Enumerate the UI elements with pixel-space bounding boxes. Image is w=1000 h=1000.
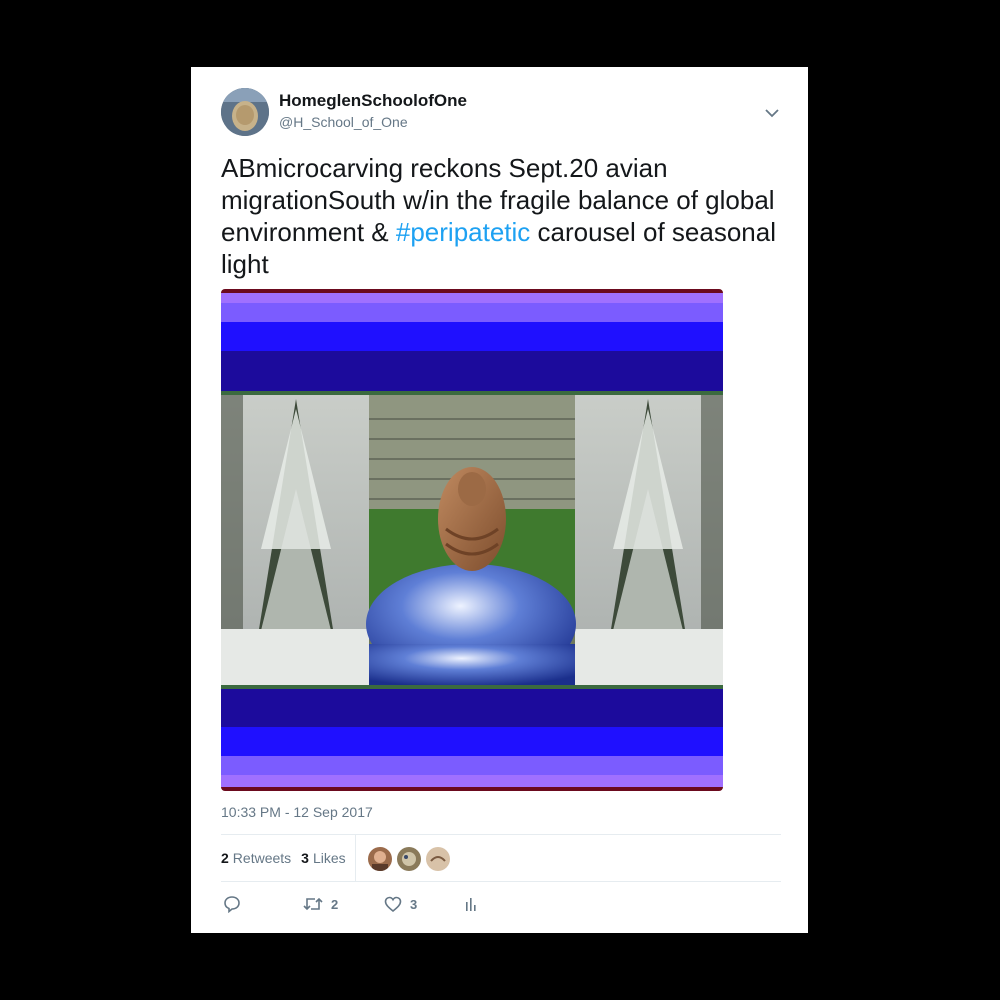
tweet-text: ABmicrocarving reckons Sept.20 avian mig… <box>221 152 786 280</box>
like-button[interactable]: 3 <box>384 893 417 915</box>
retweets-count: 2 <box>221 850 229 866</box>
like-count: 3 <box>410 896 418 912</box>
analytics-icon <box>466 898 476 911</box>
retweet-button[interactable]: 2 <box>303 893 338 915</box>
stats-separator <box>355 835 356 881</box>
tweet-timestamp[interactable]: 10:33 PM - 12 Sep 2017 <box>221 804 373 820</box>
liker-avatar[interactable] <box>396 846 422 872</box>
heart-icon <box>384 896 402 913</box>
liker-avatar[interactable] <box>367 846 393 872</box>
user-handle[interactable]: @H_School_of_One <box>279 114 408 130</box>
divider-bottom <box>221 881 781 882</box>
display-name[interactable]: HomeglenSchoolofOne <box>279 91 467 111</box>
likes-count: 3 <box>301 850 309 866</box>
reply-button[interactable] <box>223 893 249 915</box>
engagement-stats: 2 Retweets 3 Likes <box>221 835 356 881</box>
likes-label: Likes <box>312 850 346 866</box>
retweet-icon <box>303 897 323 911</box>
retweets-stat[interactable]: 2 Retweets <box>221 850 291 866</box>
retweets-label: Retweets <box>232 850 292 866</box>
liker-avatar[interactable] <box>425 846 451 872</box>
avatar[interactable] <box>221 88 269 136</box>
chevron-down-icon[interactable] <box>764 105 780 121</box>
analytics-button[interactable] <box>464 893 486 915</box>
tweet-image[interactable] <box>221 289 723 791</box>
reply-icon <box>224 896 240 913</box>
likes-stat[interactable]: 3 Likes <box>301 850 345 866</box>
hashtag-link[interactable]: #peripatetic <box>396 217 530 247</box>
tweet-card: HomeglenSchoolofOne @H_School_of_One ABm… <box>191 67 808 933</box>
retweet-count: 2 <box>331 896 339 912</box>
